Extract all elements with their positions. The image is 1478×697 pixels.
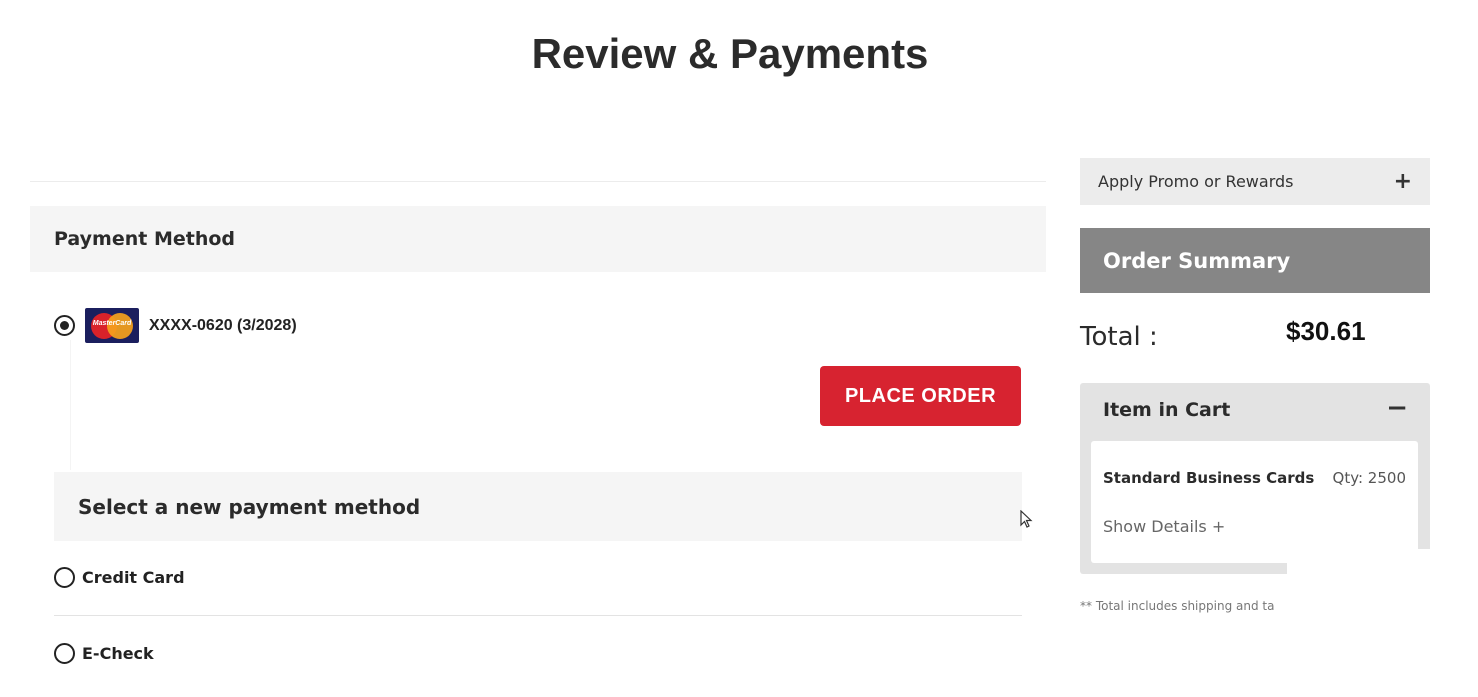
cart-item: Standard Business Cards Qty: 2500 Show D… [1091, 441, 1418, 563]
credit-card-option[interactable]: Credit Card [54, 567, 185, 588]
occluding-panel [1287, 549, 1478, 697]
cart-panel: Item in Cart − Standard Business Cards Q… [1080, 383, 1430, 574]
radio-icon[interactable] [54, 567, 75, 588]
radio-icon[interactable] [54, 643, 75, 664]
total-label: Total : [1080, 322, 1158, 352]
radio-selected-icon[interactable] [54, 315, 75, 336]
show-details-link[interactable]: Show Details + [1103, 517, 1225, 536]
order-summary-header: Order Summary [1080, 228, 1430, 293]
order-summary-heading: Order Summary [1103, 248, 1291, 273]
divider [54, 615, 1022, 616]
cart-item-qty: Qty: 2500 [1332, 469, 1406, 487]
echeck-option[interactable]: E-Check [54, 643, 154, 664]
cart-item-name: Standard Business Cards [1103, 469, 1315, 487]
mastercard-icon: MasterCard [85, 308, 139, 343]
payment-method-heading: Payment Method [54, 228, 236, 250]
saved-card-option[interactable]: MasterCard XXXX-0620 (3/2028) [54, 308, 297, 343]
credit-card-label: Credit Card [82, 568, 185, 587]
cart-heading: Item in Cart [1103, 399, 1231, 421]
echeck-label: E-Check [82, 644, 154, 663]
page-title: Review & Payments [531, 30, 929, 77]
new-payment-method-heading: Select a new payment method [78, 494, 421, 519]
divider [70, 340, 71, 470]
place-order-button[interactable]: PLACE ORDER [820, 366, 1021, 426]
cursor-icon [1020, 510, 1033, 528]
apply-promo-toggle[interactable]: Apply Promo or Rewards + [1080, 158, 1430, 205]
plus-icon[interactable]: + [1394, 169, 1412, 194]
payment-method-header: Payment Method [30, 206, 1046, 272]
minus-icon[interactable]: − [1386, 393, 1408, 423]
total-footnote: ** Total includes shipping and ta [1080, 599, 1275, 613]
divider [30, 181, 1046, 182]
saved-card-number: XXXX-0620 (3/2028) [149, 316, 297, 334]
total-value: $30.61 [1286, 316, 1366, 346]
apply-promo-label: Apply Promo or Rewards [1098, 172, 1294, 191]
new-payment-method-header: Select a new payment method [54, 472, 1022, 541]
